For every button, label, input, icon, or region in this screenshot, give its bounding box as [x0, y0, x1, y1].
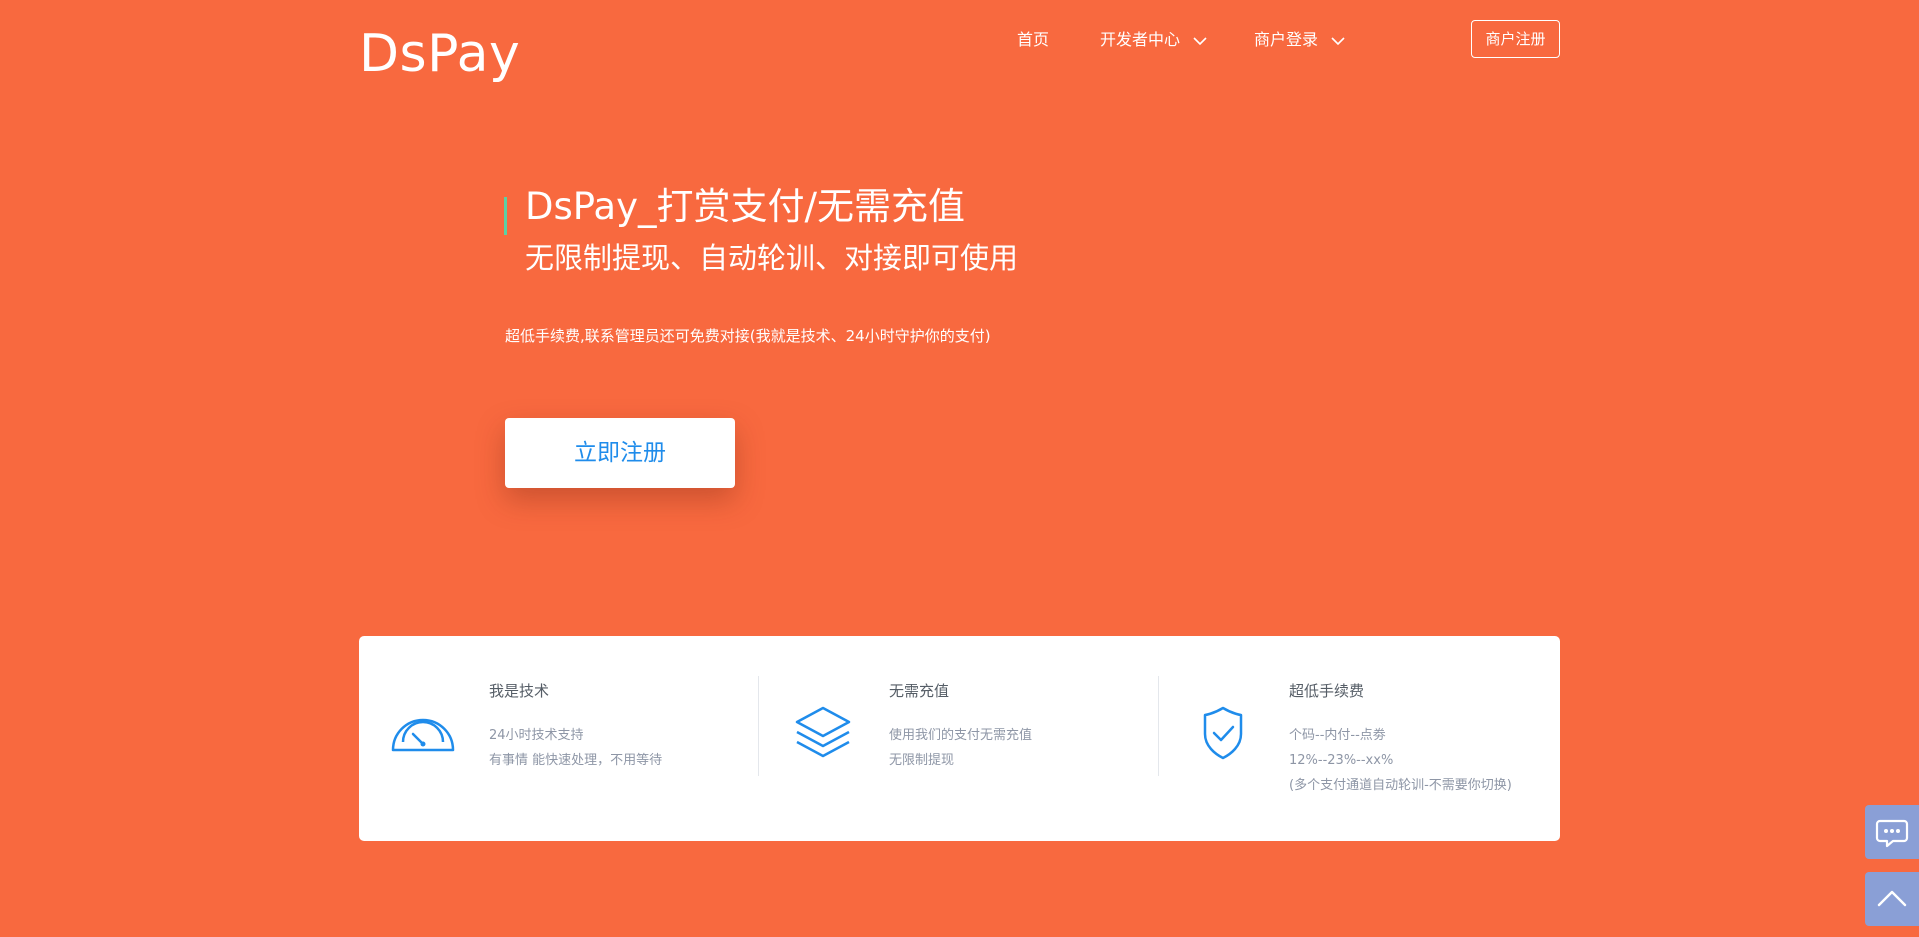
- features-card: 我是技术 24小时技术支持 有事情 能快速处理，不用等待 无需充值 使用我们的支…: [359, 636, 1560, 841]
- chevron-down-icon: [1331, 36, 1345, 45]
- nav-developer-center[interactable]: 开发者中心: [1100, 28, 1207, 52]
- register-now-button[interactable]: 立即注册: [505, 418, 735, 488]
- hero-subtitle: 无限制提现、自动轮训、对接即可使用: [525, 241, 1019, 275]
- feature-line: 个码--内付--点劵: [1289, 728, 1386, 743]
- layers-icon: [795, 706, 851, 758]
- chat-bubble-icon: [1875, 819, 1909, 848]
- feature-line: 无限制提现: [889, 753, 955, 768]
- feature-tech-support: 我是技术 24小时技术支持 有事情 能快速处理，不用等待: [359, 636, 759, 841]
- chat-button[interactable]: [1865, 805, 1919, 859]
- back-to-top-button[interactable]: [1865, 872, 1919, 926]
- feature-title: 无需充值: [889, 682, 950, 700]
- feature-line: 12%--23%--xx%: [1289, 753, 1394, 768]
- chevron-up-icon: [1877, 890, 1907, 907]
- speedometer-icon: [391, 718, 455, 752]
- merchant-register-button[interactable]: 商户注册: [1471, 20, 1560, 58]
- feature-line: 使用我们的支付无需充值: [889, 728, 1033, 743]
- landing-page: DsPay 首页 开发者中心 商户登录 商户注册 DsPay_打赏支付/无需充值…: [0, 0, 1919, 937]
- hero-title: DsPay_打赏支付/无需充值: [525, 185, 965, 228]
- nav-merchant-login-label: 商户登录: [1254, 30, 1319, 49]
- chevron-down-icon: [1193, 36, 1207, 45]
- feature-low-fee: 超低手续费 个码--内付--点劵 12%--23%--xx% (多个支付通道自动…: [1159, 636, 1559, 841]
- hero-description: 超低手续费,联系管理员还可免费对接(我就是技术、24小时守护你的支付): [505, 327, 991, 345]
- nav-developer-label: 开发者中心: [1100, 30, 1181, 49]
- logo[interactable]: DsPay: [359, 28, 520, 80]
- feature-line: 有事情 能快速处理，不用等待: [489, 753, 663, 768]
- nav-home-label: 首页: [1017, 30, 1050, 49]
- feature-line: 24小时技术支持: [489, 728, 584, 743]
- hero-accent-bar: [504, 197, 507, 235]
- feature-no-recharge: 无需充值 使用我们的支付无需充值 无限制提现: [759, 636, 1159, 841]
- shield-check-icon: [1203, 706, 1243, 760]
- feature-title: 超低手续费: [1289, 682, 1365, 700]
- feature-title: 我是技术: [489, 682, 550, 700]
- feature-line: (多个支付通道自动轮训-不需要你切换): [1289, 778, 1512, 793]
- nav-home[interactable]: 首页: [1017, 28, 1049, 52]
- nav-merchant-login[interactable]: 商户登录: [1254, 28, 1345, 52]
